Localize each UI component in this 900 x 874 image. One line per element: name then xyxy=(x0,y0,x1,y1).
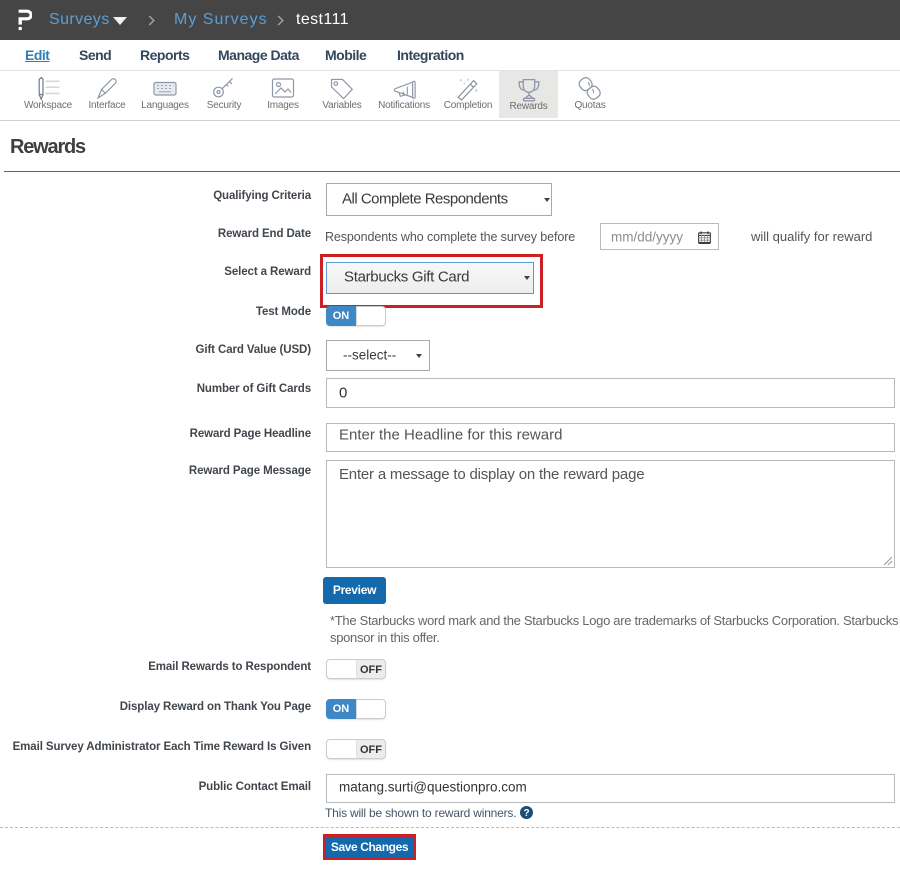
svg-text:?: ? xyxy=(523,808,529,819)
